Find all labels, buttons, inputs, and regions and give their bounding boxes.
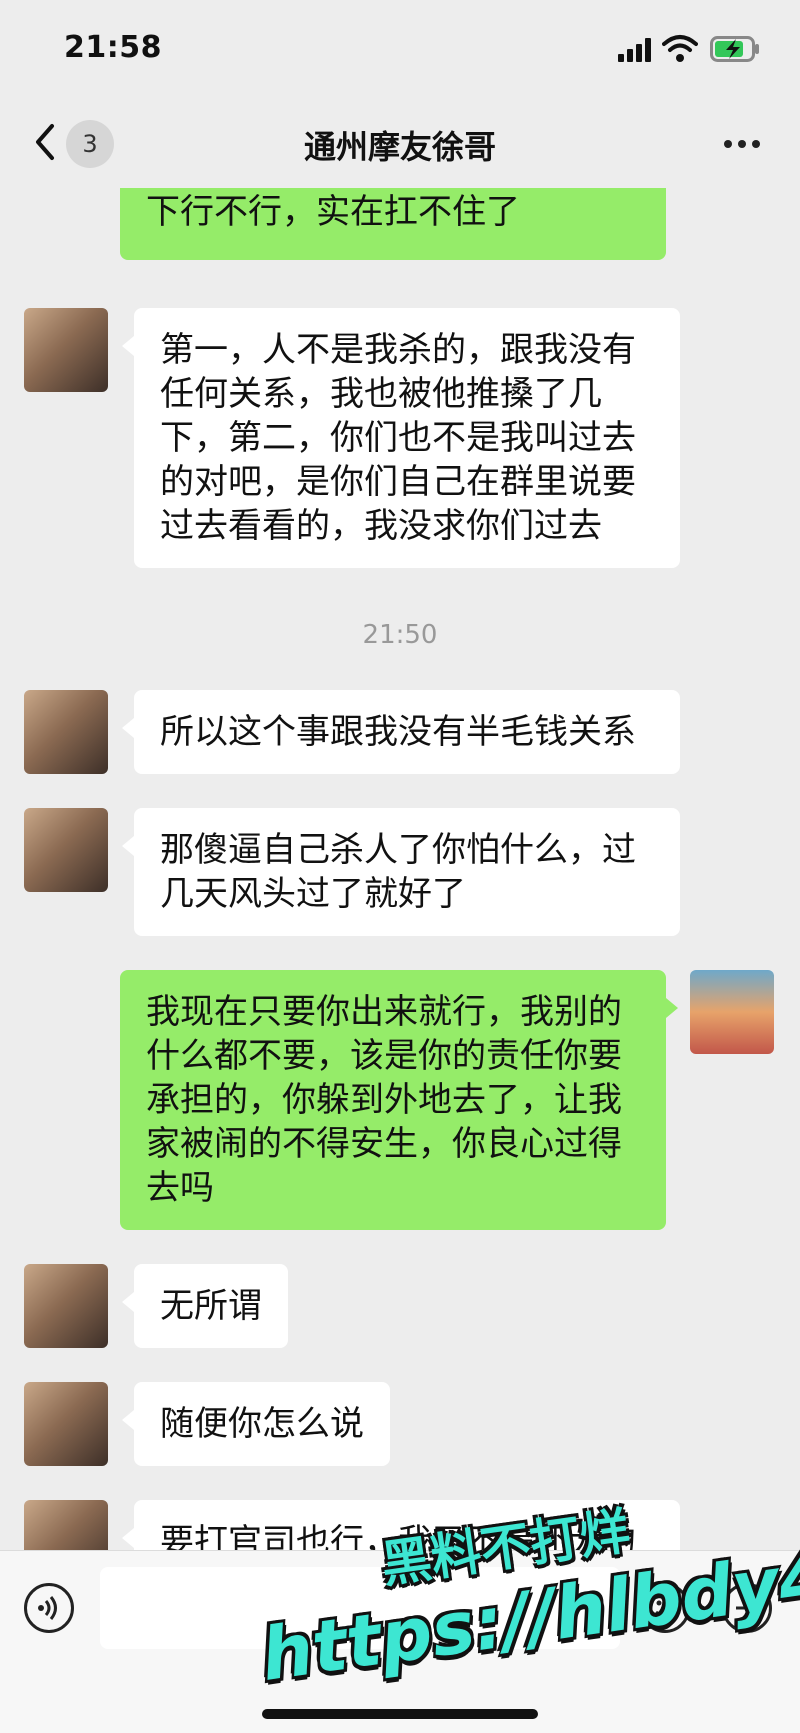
friend-avatar[interactable] (24, 808, 108, 892)
message-bubble-incoming[interactable]: 随便你怎么说 (122, 1382, 390, 1466)
message-bubble-incoming[interactable]: 那傻逼自己杀人了你怕什么，过几天风头过了就好了 (122, 808, 680, 936)
message-text: 要打官司也行，我又不是吓大的 (160, 1522, 636, 1550)
message-bubble-incoming[interactable]: 要打官司也行，我又不是吓大的 (122, 1500, 680, 1550)
message-bubble-incoming[interactable]: 第一，人不是我杀的，跟我没有任何关系，我也被他推搡了几下，第二，你们也不是我叫过… (122, 308, 680, 568)
wifi-icon (662, 35, 698, 62)
back-chevron-icon[interactable] (30, 120, 60, 164)
message-bubble-outgoing[interactable]: 开除了，求求你出来当面对质一下行不行，实在扛不住了 (120, 188, 666, 260)
battery-charging-icon (710, 36, 759, 62)
chat-header: 3 通州摩友徐哥 (0, 100, 800, 188)
message-text: 那傻逼自己杀人了你怕什么，过几天风头过了就好了 (160, 830, 636, 914)
unread-count-badge[interactable]: 3 (66, 120, 114, 168)
friend-avatar[interactable] (24, 308, 108, 392)
chat-title: 通州摩友徐哥 (303, 128, 496, 166)
chat-message-list[interactable]: 开除了，求求你出来当面对质一下行不行，实在扛不住了 第一，人不是我杀的，跟我没有… (0, 188, 800, 1550)
home-indicator[interactable] (262, 1709, 538, 1719)
message-input[interactable] (100, 1567, 620, 1649)
status-time: 21:58 (64, 30, 162, 65)
message-bubble-incoming[interactable]: 所以这个事跟我没有半毛钱关系 (122, 690, 680, 774)
friend-avatar[interactable] (24, 1264, 108, 1348)
more-functions-plus-icon[interactable] (722, 1583, 772, 1633)
message-text: 随便你怎么说 (160, 1404, 364, 1444)
voice-input-icon[interactable] (24, 1583, 74, 1633)
message-text: 无所谓 (160, 1286, 262, 1326)
message-text: 我现在只要你出来就行，我别的什么都不要，该是你的责任你要承担的，你躲到外地去了，… (146, 992, 622, 1208)
message-text: 所以这个事跟我没有半毛钱关系 (160, 712, 636, 752)
message-timestamp: 21:50 (362, 620, 438, 650)
emoji-icon[interactable] (640, 1583, 690, 1633)
friend-avatar[interactable] (24, 1500, 108, 1550)
message-bubble-outgoing[interactable]: 我现在只要你出来就行，我别的什么都不要，该是你的责任你要承担的，你躲到外地去了，… (120, 970, 678, 1230)
input-bar (0, 1550, 800, 1733)
friend-avatar[interactable] (24, 690, 108, 774)
cellular-signal-icon (618, 38, 654, 62)
message-text: 开除了，求求你出来当面对质一下行不行，实在扛不住了 (146, 192, 520, 232)
more-options-icon[interactable] (720, 126, 764, 162)
message-text: 第一，人不是我杀的，跟我没有任何关系，我也被他推搡了几下，第二，你们也不是我叫过… (160, 330, 636, 546)
message-bubble-incoming[interactable]: 无所谓 (122, 1264, 288, 1348)
my-avatar[interactable] (690, 970, 774, 1054)
status-bar: 21:58 (0, 0, 800, 100)
friend-avatar[interactable] (24, 1382, 108, 1466)
